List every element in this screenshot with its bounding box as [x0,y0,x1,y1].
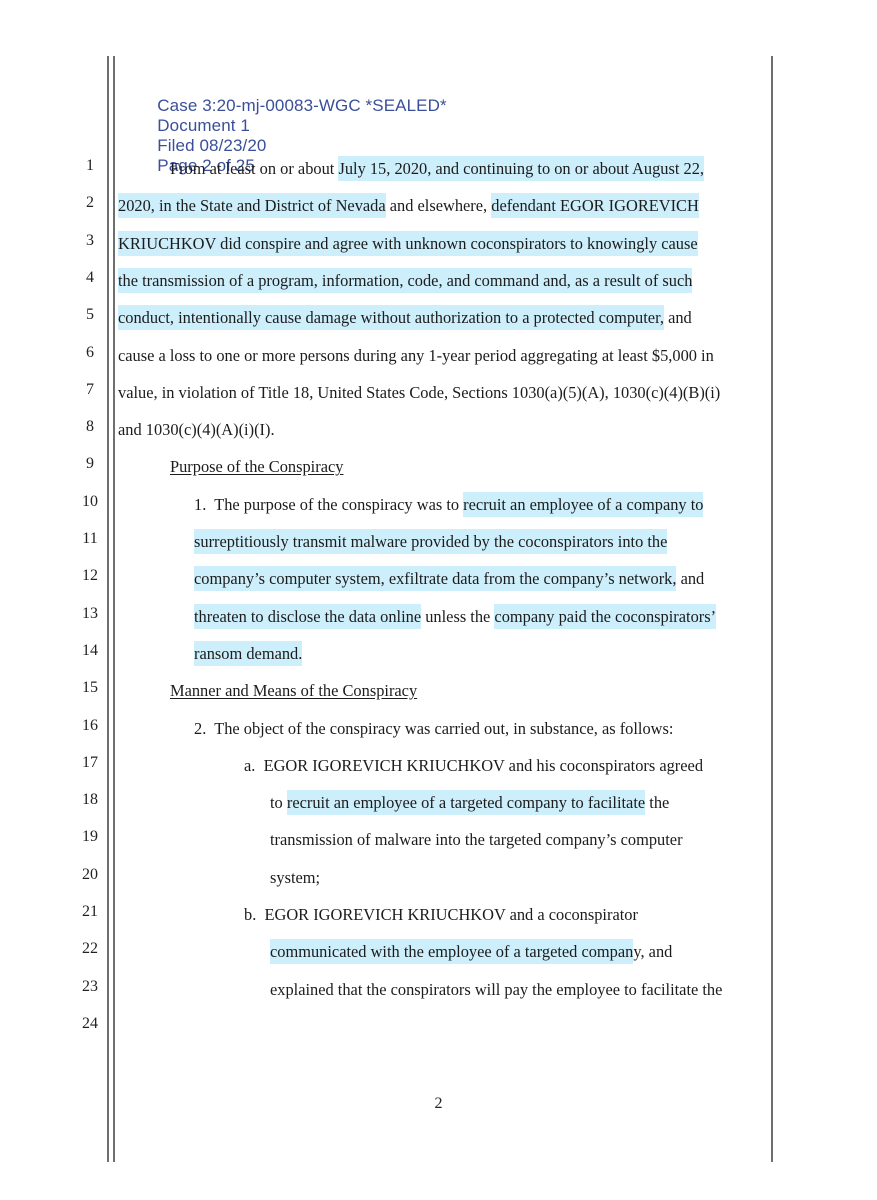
footer-page-number: 2 [434,1095,443,1112]
line-number: 13 [82,604,98,622]
line-number: 16 [82,716,98,734]
line-number: 14 [82,641,98,659]
left-margin-rule-outer [107,56,109,1162]
line-number: 4 [86,268,94,286]
highlighted-text: ransom demand. [194,640,303,666]
highlighted-text: surreptitiously transmit malware provide… [194,529,668,554]
text-line: the transmission of a program, informati… [118,267,693,293]
text-segment: explained that the conspirators will pay… [270,979,723,999]
line-number: 12 [82,567,98,585]
left-margin-rule-inner [113,56,115,1162]
text-segment: From at least on or about [170,159,339,178]
text-line: company’s computer system, exfiltrate da… [194,566,705,592]
text-line: 1. The purpose of the conspiracy was to … [194,491,704,517]
line-number: 9 [86,455,94,473]
text-line: communicated with the employee of a targ… [270,939,673,965]
text-line: Manner and Means of the Conspiracy [170,679,417,703]
text-segment: and [663,308,692,328]
line-number: 2 [86,194,94,212]
highlighted-text: conduct, intentionally cause damage with… [118,305,664,331]
highlighted-text: 2020, in the State and District of Nevad… [118,193,386,219]
text-segment: transmission of malware into the targete… [270,830,683,850]
line-number: 3 [86,231,94,249]
text-line: ransom demand. [194,640,303,666]
line-number: 21 [82,903,98,920]
text-line: a. EGOR IGOREVICH KRIUCHKOV and his coco… [244,754,703,778]
text-line: transmission of malware into the targete… [270,828,683,852]
line-number: 17 [82,753,98,771]
line-number: 20 [82,865,98,883]
text-line: system; [270,866,320,890]
highlighted-text: communicated with the employee of a targ… [270,939,634,965]
text-line: cause a loss to one or more persons duri… [118,344,714,368]
text-segment: value, in violation of Title 18, United … [118,382,721,402]
text-line: 2020, in the State and District of Nevad… [118,193,699,219]
text-line: KRIUCHKOV did conspire and agree with un… [118,230,698,256]
line-number: 23 [82,977,98,995]
highlighted-text: company paid the coconspirators’ [494,603,717,629]
line-number: 6 [86,343,94,361]
text-segment: and [676,569,705,589]
line-number: 15 [82,679,98,697]
text-segment: 1. The purpose of the conspiracy was to [194,494,464,514]
text-line: to recruit an employee of a targeted com… [270,790,670,816]
text-line: threaten to disclose the data online unl… [194,603,717,629]
text-line: b. EGOR IGOREVICH KRIUCHKOV and a cocons… [244,903,638,927]
line-number: 18 [82,791,98,809]
filed-date: Filed 08/23/20 [157,136,267,155]
line-number: 7 [86,380,94,398]
line-number: 5 [86,306,94,324]
line-number: 24 [82,1014,98,1032]
text-segment: 2. The object of the conspiracy was carr… [194,718,674,738]
text-line: and 1030(c)(4)(A)(i)(I). [118,418,275,442]
highlighted-text: July 15, 2020, and continuing to on or a… [338,156,705,181]
highlighted-text: defendant EGOR IGOREVICH [491,193,699,219]
highlighted-text: recruit an employee of a company to [463,491,704,517]
text-line: explained that the conspirators will pay… [270,978,722,1002]
text-line: From at least on or about July 15, 2020,… [170,156,705,181]
text-line: 2. The object of the conspiracy was carr… [194,717,673,741]
section-heading: Purpose of the Conspiracy [170,457,344,477]
highlighted-text: KRIUCHKOV did conspire and agree with un… [118,230,698,256]
document-page: Case 3:20-mj-00083-WGC *SEALED* Document… [0,0,877,1200]
text-line: surreptitiously transmit malware provide… [194,529,668,554]
highlighted-text: the transmission of a program, informati… [118,267,693,293]
text-line: conduct, intentionally cause damage with… [118,305,692,331]
line-number: 11 [82,530,98,547]
text-segment: cause a loss to one or more persons duri… [118,345,714,365]
text-segment: to [270,793,287,813]
text-segment: y, and [633,942,673,962]
text-segment: and 1030(c)(4)(A)(i)(I). [118,420,275,440]
text-segment: unless the [421,606,495,626]
right-margin-rule [771,56,773,1162]
case-number: Case 3:20-mj-00083-WGC *SEALED* [157,96,447,115]
line-number: 8 [86,418,94,436]
line-number: 1 [86,157,94,174]
line-number: 10 [82,492,98,510]
text-line: Purpose of the Conspiracy [170,455,343,479]
highlighted-text: recruit an employee of a targeted compan… [286,790,646,816]
text-segment: b. EGOR IGOREVICH KRIUCHKOV and a cocons… [244,905,638,924]
line-number: 22 [82,940,98,958]
text-segment: system; [270,867,321,887]
text-segment: and elsewhere, [385,196,492,216]
line-number: 19 [82,828,98,846]
highlighted-text: company’s computer system, exfiltrate da… [194,566,677,592]
text-segment: a. EGOR IGOREVICH KRIUCHKOV and his coco… [244,755,704,775]
document-number: Document 1 [157,116,250,135]
text-line: value, in violation of Title 18, United … [118,381,720,405]
highlighted-text: threaten to disclose the data online [194,603,422,629]
section-heading: Manner and Means of the Conspiracy [170,681,418,701]
text-segment: the [645,793,670,813]
